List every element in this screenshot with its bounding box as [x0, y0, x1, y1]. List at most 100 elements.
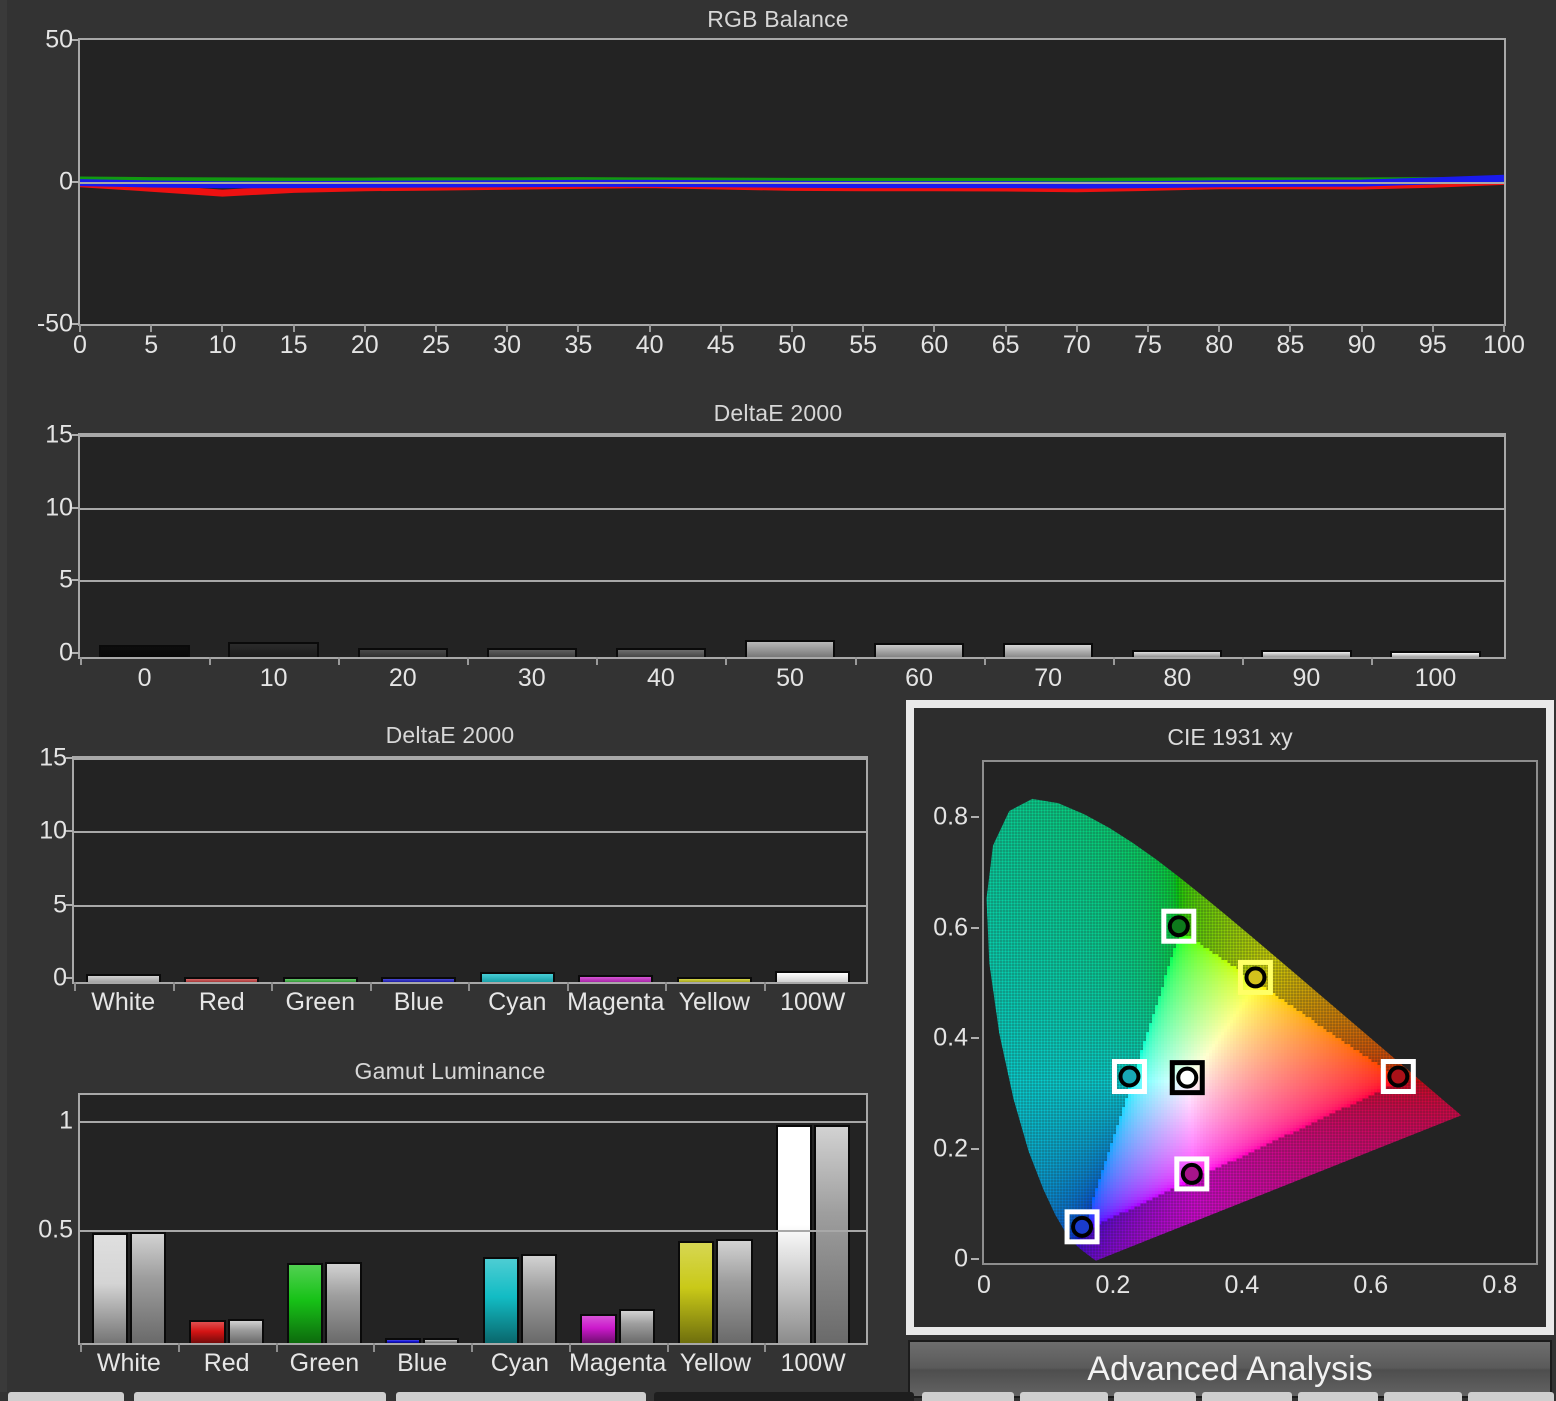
toolbar-button-7[interactable]: [1114, 1392, 1196, 1401]
cie-ytick-mark: [971, 1147, 979, 1150]
deltae-colors-bar: [381, 977, 457, 982]
toolbar-button-2[interactable]: [134, 1392, 386, 1401]
deltae-colors-gridline: [74, 758, 866, 760]
gamut-category-mark: [275, 1343, 278, 1352]
gamut-luminance-chart: Gamut Luminance 1 0.5 White Red Green Blue Cya…: [0, 1058, 900, 1388]
deltae-grayscale-bars: [80, 435, 1504, 657]
toolbar-button-11[interactable]: [1468, 1392, 1554, 1401]
deltae-colors-bars: [74, 758, 866, 982]
cie-ytick-label: 0.6: [914, 915, 968, 940]
deltae-grayscale-xtick-mark: [1241, 657, 1244, 665]
rgb-xtick-mark: [1004, 324, 1007, 332]
toolbar-button-8[interactable]: [1202, 1392, 1292, 1401]
rgb-xtick-label: 15: [280, 333, 308, 358]
toolbar-button-1[interactable]: [8, 1392, 124, 1401]
cie-xtick-label: 0.4: [1224, 1273, 1259, 1298]
deltae-colors-ytick-mark: [66, 903, 73, 906]
rgb-xtick-label: 10: [208, 333, 236, 358]
gamut-category-label: Red: [204, 1351, 250, 1376]
deltae-grayscale-ytick-mark: [72, 434, 79, 436]
rgb-xtick-mark: [150, 324, 153, 332]
deltae-colors-category-label: Red: [199, 990, 245, 1015]
gamut-category-label: Green: [290, 1351, 359, 1376]
deltae-grayscale-bar: [1132, 649, 1223, 657]
gamut-measured-bar: [287, 1262, 324, 1343]
gamut-ytick-label: 0.5: [38, 1217, 73, 1243]
toolbar-button-6[interactable]: [1020, 1392, 1108, 1401]
cie-gamut-fill: [986, 798, 1462, 1261]
gamut-category-mark: [471, 1343, 473, 1352]
rgb-xtick-label: 90: [1348, 333, 1376, 358]
rgb-xtick-label: 45: [707, 333, 735, 358]
cie-ytick-mark: [971, 926, 979, 929]
deltae-colors-ytick-label: 15: [39, 745, 67, 771]
rgb-xtick-mark: [506, 324, 509, 332]
cie-marker-point-magenta: [1180, 1162, 1203, 1185]
toolbar-button-9[interactable]: [1298, 1392, 1378, 1401]
toolbar-button-4[interactable]: [654, 1392, 914, 1401]
toolbar-button-10[interactable]: [1384, 1392, 1462, 1401]
rgb-ytick-label: -50: [37, 311, 73, 337]
deltae-colors-category-mark: [468, 982, 470, 991]
rgb-xtick-label: 100: [1483, 333, 1525, 358]
toolbar-button-3[interactable]: [396, 1392, 646, 1401]
deltae-grayscale-xtick-label: 60: [905, 666, 933, 691]
cie-1931-inner: CIE 1931 xy 0.8 0.6 0.4 0.2 0 0 0.2 0.4 0.6 0.8: [914, 708, 1546, 1327]
rgb-xtick-label: 60: [920, 333, 948, 358]
rgb-zero-gridline: [80, 182, 1504, 184]
deltae-grayscale-xtick-label: 80: [1163, 666, 1191, 691]
gamut-measured-bar: [91, 1232, 128, 1343]
deltae-colors-ytick-mark: [66, 757, 73, 759]
deltae-grayscale-ytick-label: 5: [59, 567, 73, 593]
gamut-gridline: [80, 1230, 866, 1233]
deltae-grayscale-xtick-label: 0: [138, 666, 152, 691]
gamut-target-bar: [129, 1232, 167, 1343]
gamut-measured-bar: [384, 1338, 422, 1343]
deltae-grayscale-xtick-label: 30: [518, 666, 546, 691]
deltae-colors-chart: DeltaE 2000 15 10 5 0 White Red Green Blue Cyan M…: [0, 722, 900, 1042]
gamut-target-bar: [227, 1318, 264, 1343]
gamut-measured-bar: [678, 1241, 715, 1343]
rgb-ytick-mark: [72, 323, 79, 325]
rgb-xtick-mark: [1147, 324, 1149, 332]
rgb-xtick-label: 75: [1134, 333, 1162, 358]
deltae-colors-plot-area: 15 10 5 0 White Red Green Blue Cyan Magenta Yellow…: [39, 745, 868, 1015]
gamut-category-mark: [373, 1343, 376, 1352]
deltae-grayscale-xtick-mark: [1370, 657, 1373, 665]
toolbar-button-5[interactable]: [922, 1392, 1014, 1401]
bottom-toolbar-strip: [0, 1392, 1556, 1401]
gamut-target-bar: [618, 1309, 655, 1343]
deltae-grayscale-chart: DeltaE 2000 15 10 5 0 0 10 20 30 40 50 60 70 80 90 100: [0, 398, 1556, 691]
deltae-colors-category-label: Cyan: [488, 990, 546, 1015]
deltae-colors-category-mark: [566, 982, 569, 991]
deltae-grayscale-gridline: [80, 435, 1504, 437]
rgb-xtick-mark: [1360, 324, 1363, 332]
deltae-grayscale-xtick-label: 50: [776, 666, 804, 691]
deltae-colors-ytick-label: 0: [53, 965, 67, 991]
deltae-colors-bar: [85, 973, 161, 982]
deltae-colors-bar: [775, 971, 851, 982]
rgb-xtick-mark: [719, 324, 722, 332]
rgb-xtick-label: 95: [1419, 333, 1447, 358]
rgb-xtick-label: 40: [636, 333, 664, 358]
deltae-grayscale-xtick-mark: [467, 657, 470, 665]
deltae-grayscale-xtick-mark: [596, 657, 599, 665]
gamut-category-mark: [568, 1343, 571, 1352]
deltae-grayscale-ytick-label: 0: [59, 640, 73, 666]
cie-xtick-label: 0.8: [1482, 1273, 1517, 1298]
deltae-colors-ytick-mark: [66, 830, 73, 833]
deltae-grayscale-plot-area: 15 10 5 0 0 10 20 30 40 50 60 70 80 90 100: [45, 422, 1506, 691]
advanced-analysis-button[interactable]: Advanced Analysis: [908, 1340, 1552, 1398]
deltae-grayscale-gridline: [80, 507, 1504, 510]
cie-ytick-mark: [971, 816, 979, 819]
cie-marker-point-white: [1176, 1066, 1199, 1089]
gamut-gridline: [80, 1121, 866, 1124]
rgb-xtick-label: 5: [144, 333, 158, 358]
rgb-xtick-label: 80: [1205, 333, 1233, 358]
deltae-colors-category-label: Magenta: [567, 990, 664, 1015]
deltae-colors-category-mark: [665, 982, 667, 991]
cie-ytick-mark: [971, 1037, 979, 1040]
deltae-colors-category-mark: [172, 982, 175, 991]
cie-xtick-label: 0: [977, 1273, 991, 1298]
deltae-colors-category-mark: [271, 982, 273, 991]
